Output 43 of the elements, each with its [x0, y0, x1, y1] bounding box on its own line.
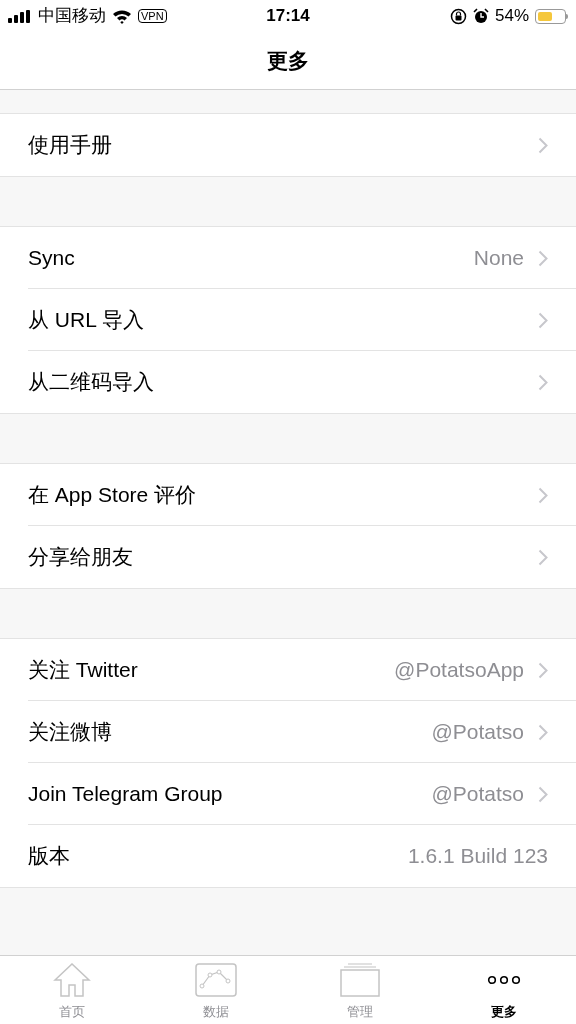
battery-icon [535, 8, 568, 24]
settings-row[interactable]: 关注 Twitter @PotatsoApp [0, 639, 576, 701]
settings-row[interactable]: 分享给朋友 [0, 526, 576, 588]
stack-icon [340, 962, 380, 997]
row-value: @PotatsoApp [394, 657, 524, 684]
settings-row[interactable]: 关注微博 @Potatso [0, 701, 576, 763]
tab-item[interactable]: 管理 [288, 956, 432, 1024]
settings-row[interactable]: 版本 1.6.1 Build 123 [0, 825, 576, 887]
settings-row[interactable]: 从 URL 导入 [0, 289, 576, 351]
settings-row[interactable]: 从二维码导入 [0, 351, 576, 413]
row-label: Join Telegram Group [28, 781, 223, 808]
settings-row[interactable]: 在 App Store 评价 [0, 464, 576, 526]
tab-item[interactable]: 更多 [432, 956, 576, 1024]
tab-item[interactable]: 数据 [144, 956, 288, 1024]
row-label: 使用手册 [28, 132, 112, 159]
wifi-icon [112, 8, 132, 24]
alarm-icon [472, 8, 489, 24]
rotation-lock-icon [449, 7, 467, 25]
settings-row[interactable]: 使用手册 [0, 114, 576, 176]
signal-icon [8, 9, 32, 23]
row-value: None [473, 245, 524, 272]
tab-item[interactable]: 首页 [0, 956, 144, 1024]
more-icon [487, 974, 521, 985]
row-value: @Potatso [431, 781, 524, 808]
row-label: 从二维码导入 [28, 369, 154, 396]
chart-icon [195, 962, 237, 997]
page-title: 更多 [267, 47, 309, 74]
status-time: 17:14 [266, 5, 310, 28]
carrier-name: 中国移动 [38, 5, 106, 28]
row-label: 关注微博 [28, 719, 112, 746]
row-label: 在 App Store 评价 [28, 482, 197, 509]
row-label: 从 URL 导入 [28, 307, 144, 334]
battery-percent: 54% [494, 5, 529, 28]
settings-row[interactable]: Sync None [0, 227, 576, 289]
home-icon [53, 962, 91, 997]
row-label: 分享给朋友 [28, 544, 133, 571]
settings-row[interactable]: Join Telegram Group @Potatso [0, 763, 576, 825]
row-value: 1.6.1 Build 123 [407, 843, 548, 870]
row-label: 版本 [28, 843, 70, 870]
row-label: Sync [28, 245, 75, 272]
row-label: 关注 Twitter [28, 657, 138, 684]
row-value: @Potatso [431, 719, 524, 746]
vpn-badge: VPN [138, 9, 167, 23]
